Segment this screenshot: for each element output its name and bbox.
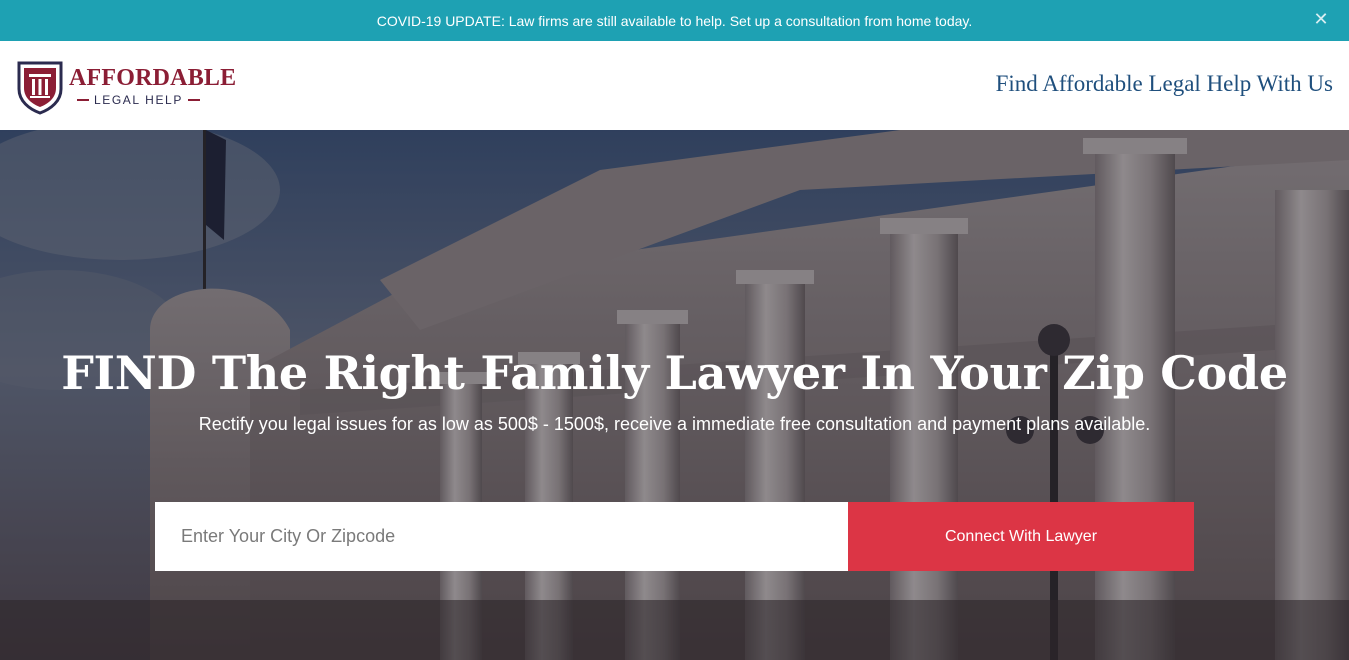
city-zipcode-input[interactable] [155, 502, 848, 571]
logo-subtitle: LEGAL HELP [77, 93, 227, 107]
shield-column-icon [17, 61, 63, 115]
close-icon[interactable]: ✕ [1311, 9, 1331, 31]
logo-title: AFFORDABLE [69, 65, 237, 91]
covid-announcement-bar: COVID-19 UPDATE: Law firms are still ava… [0, 0, 1349, 41]
hero-section: FIND The Right Family Lawyer In Your Zip… [0, 130, 1349, 660]
logo-dash-right [187, 99, 200, 101]
site-header: AFFORDABLE LEGAL HELP Find Affordable Le… [0, 41, 1349, 130]
announcement-text: COVID-19 UPDATE: Law firms are still ava… [376, 12, 973, 29]
lawyer-search-form: Connect With Lawyer [155, 502, 1194, 571]
connect-with-lawyer-button[interactable]: Connect With Lawyer [848, 502, 1194, 571]
header-tagline-link[interactable]: Find Affordable Legal Help With Us [996, 71, 1333, 97]
hero-title: FIND The Right Family Lawyer In Your Zip… [61, 346, 1288, 400]
logo-dash-left [77, 99, 89, 101]
hero-subtitle: Rectify you legal issues for as low as 5… [198, 414, 1151, 434]
site-logo[interactable]: AFFORDABLE LEGAL HELP [15, 59, 240, 115]
logo-subtitle-text: LEGAL HELP [94, 93, 183, 107]
